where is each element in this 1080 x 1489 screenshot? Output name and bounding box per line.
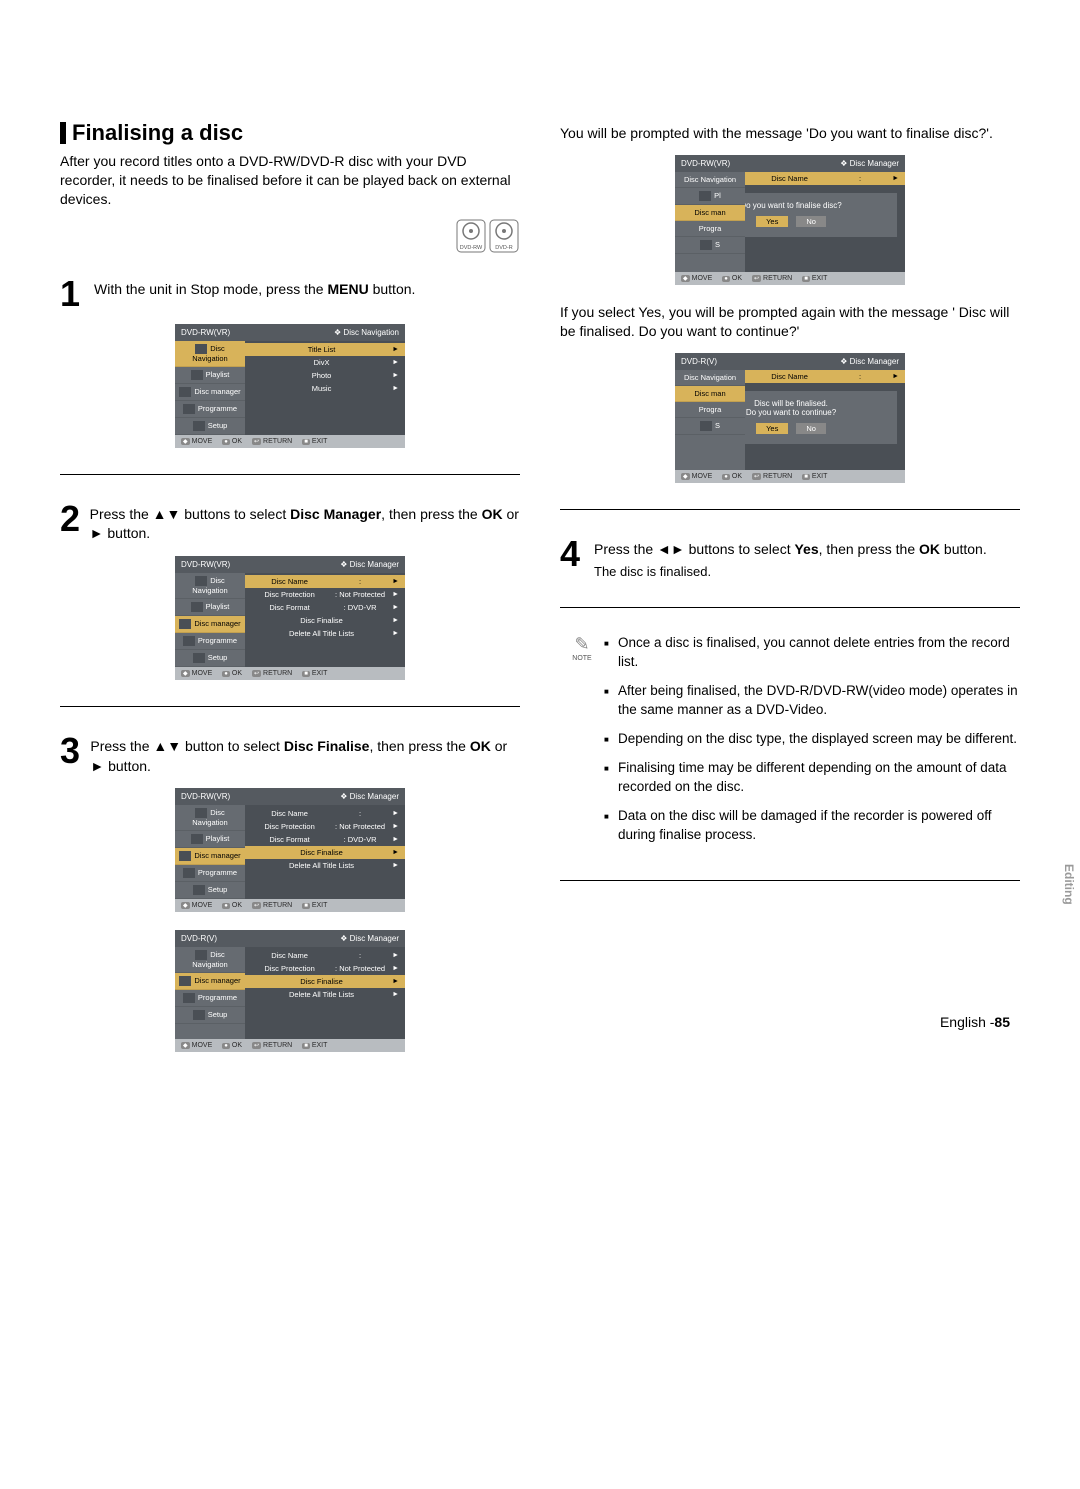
note-item: Finalising time may be different dependi… <box>604 759 1020 797</box>
osd-screen-confirm-finalise: DVD-RW(VR) Disc Manager Disc Navigation … <box>675 155 905 285</box>
no-button[interactable]: No <box>796 423 826 434</box>
sidebar-item[interactable]: Setup <box>175 418 245 435</box>
right-column: You will be prompted with the message 'D… <box>560 120 1020 1070</box>
osd-screen-finalise-selected-r: DVD-R(V) Disc Manager Disc Navigation Di… <box>175 930 405 1052</box>
step-text: Press the ▲▼ buttons to select Disc Mana… <box>90 501 520 544</box>
osd-row[interactable]: Title List► <box>245 343 405 356</box>
section-heading: Finalising a disc <box>60 120 520 146</box>
osd-row[interactable]: Music► <box>245 382 405 395</box>
osd-sidebar: Disc Navigation Playlist Disc manager Pr… <box>175 341 245 435</box>
step-text: Press the ◄► buttons to select Yes, then… <box>594 536 987 582</box>
intro-text: After you record titles onto a DVD-RW/DV… <box>60 152 520 209</box>
osd-screen-disc-manager: DVD-RW(VR) Disc Manager Disc Navigation … <box>175 556 405 680</box>
page: Finalising a disc After you record title… <box>0 0 1080 1110</box>
heading-text: Finalising a disc <box>72 120 243 146</box>
step-number: 1 <box>60 276 94 312</box>
yes-button[interactable]: Yes <box>756 216 788 227</box>
osd-footer: ◆MOVE ●OK ↩RETURN ■EXIT <box>175 435 405 448</box>
osd-row[interactable]: Photo► <box>245 369 405 382</box>
page-footer: English -85 <box>940 1014 1010 1030</box>
sidebar-item[interactable]: Programme <box>175 401 245 418</box>
osd-row[interactable]: DivX► <box>245 356 405 369</box>
note-item: After being finalised, the DVD-R/DVD-RW(… <box>604 682 1020 720</box>
osd-main: Title List► DivX► Photo► Music► <box>245 341 405 435</box>
osd-screen-finalise-selected-rw: DVD-RW(VR) Disc Manager Disc Navigation … <box>175 788 405 912</box>
disc-icon-label: DVD-R <box>495 245 512 251</box>
yes-button[interactable]: Yes <box>756 423 788 434</box>
step-text: Press the ▲▼ button to select Disc Final… <box>90 733 520 776</box>
step-number: 2 <box>60 501 90 544</box>
left-column: Finalising a disc After you record title… <box>60 120 520 1070</box>
note-list: Once a disc is finalised, you cannot del… <box>604 634 1020 854</box>
disc-type-icons: DVD-RW DVD-R <box>60 219 520 258</box>
side-tab: Editing <box>1058 858 1080 911</box>
disc-icon-label: DVD-RW <box>460 245 483 251</box>
osd-screen-confirm-continue: DVD-R(V) Disc Manager Disc Navigation Di… <box>675 353 905 483</box>
step-1: 1 With the unit in Stop mode, press the … <box>60 276 520 312</box>
step-4: 4 Press the ◄► buttons to select Yes, th… <box>560 536 1020 582</box>
pencil-icon: ✎ <box>560 634 604 655</box>
note-block: ✎ NOTE Once a disc is finalised, you can… <box>560 634 1020 854</box>
step-text: With the unit in Stop mode, press the ME… <box>94 276 415 312</box>
prompt-text-b: If you select Yes, you will be prompted … <box>560 303 1020 341</box>
note-item: Data on the disc will be damaged if the … <box>604 807 1020 845</box>
note-item: Depending on the disc type, the displaye… <box>604 730 1020 749</box>
step-number: 3 <box>60 733 90 776</box>
step-3: 3 Press the ▲▼ button to select Disc Fin… <box>60 733 520 776</box>
osd-title-right: Disc Manager <box>340 560 399 569</box>
sidebar-item[interactable]: Disc manager <box>175 384 245 401</box>
note-item: Once a disc is finalised, you cannot del… <box>604 634 1020 672</box>
osd-title-right: Disc Navigation <box>334 328 399 337</box>
osd-title-left: DVD-RW(VR) <box>181 560 230 569</box>
osd-title-left: DVD-RW(VR) <box>181 328 230 337</box>
step-number: 4 <box>560 536 594 582</box>
note-icon: ✎ NOTE <box>560 634 604 854</box>
osd-screen-navigation: DVD-RW(VR) Disc Navigation Disc Navigati… <box>175 324 405 448</box>
sidebar-item[interactable]: Playlist <box>175 367 245 384</box>
sidebar-item[interactable]: Disc Navigation <box>175 341 245 367</box>
prompt-text-a: You will be prompted with the message 'D… <box>560 124 1020 143</box>
step-2: 2 Press the ▲▼ buttons to select Disc Ma… <box>60 501 520 544</box>
no-button[interactable]: No <box>796 216 826 227</box>
